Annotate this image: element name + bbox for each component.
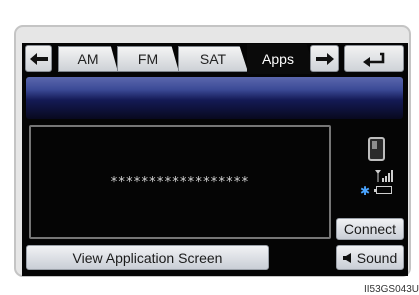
next-source-button[interactable] — [310, 45, 339, 72]
tab-fm-label: FM — [137, 51, 159, 67]
view-application-screen-button[interactable]: View Application Screen — [26, 245, 269, 270]
tab-sat-label: SAT — [199, 51, 227, 67]
back-arrow-icon — [363, 52, 385, 67]
left-arrow-icon — [29, 52, 48, 65]
back-button[interactable] — [344, 45, 404, 72]
tab-sat[interactable]: SAT — [178, 46, 248, 72]
tab-apps[interactable]: Apps — [247, 44, 317, 74]
speaker-icon — [342, 252, 351, 263]
connect-button[interactable]: Connect — [336, 218, 404, 240]
view-application-screen-label: View Application Screen — [72, 249, 223, 266]
right-arrow-icon — [315, 52, 334, 65]
sound-button-label: Sound — [356, 249, 398, 266]
device-code-text: ****************** — [110, 174, 250, 190]
prev-source-button[interactable] — [25, 45, 52, 72]
battery-icon — [374, 186, 392, 194]
phone-icon — [368, 137, 385, 161]
head-unit-screen: AM FM SAT Apps ****************** ✱ Conn… — [22, 43, 408, 276]
tab-fm[interactable]: FM — [117, 46, 179, 72]
tab-am[interactable]: AM — [58, 46, 118, 72]
connect-button-label: Connect — [343, 221, 397, 237]
signal-strength-icon — [375, 170, 393, 182]
device-code-panel: ****************** — [29, 125, 331, 239]
bluetooth-icon: ✱ — [360, 184, 371, 198]
tab-am-label: AM — [77, 51, 99, 67]
info-band — [26, 77, 403, 119]
figure-code: II53GS043U — [363, 284, 419, 295]
sound-button[interactable]: Sound — [336, 245, 404, 270]
tab-apps-label: Apps — [262, 51, 294, 67]
